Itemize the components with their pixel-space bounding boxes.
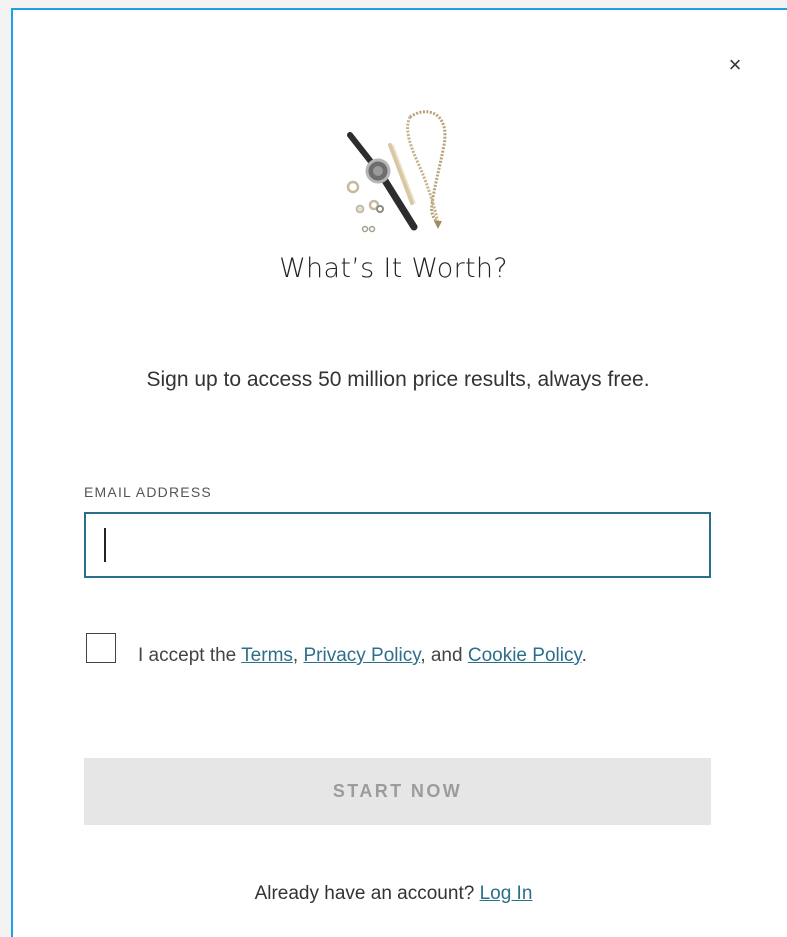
modal-subtitle: Sign up to access 50 million price resul… — [146, 368, 650, 391]
login-link[interactable]: Log In — [480, 883, 533, 904]
page: × What’s It Worth? Sign up to access 50 … — [0, 0, 787, 937]
accept-terms-checkbox[interactable] — [86, 633, 116, 663]
terms-link[interactable]: Terms — [241, 645, 293, 666]
text-caret — [104, 528, 106, 562]
jewelry-watch-necklace-icon — [346, 110, 447, 233]
modal-title: What’s It Worth? — [279, 253, 508, 284]
consent-separator-1: , — [292, 645, 304, 666]
login-prompt: Already have an account? Log In — [0, 883, 787, 905]
consent-prefix: I accept the — [138, 645, 242, 666]
email-field[interactable] — [84, 512, 711, 578]
privacy-policy-link[interactable]: Privacy Policy — [303, 645, 420, 666]
consent-separator-2: , and — [420, 645, 468, 666]
login-prompt-text: Already have an account? — [254, 883, 480, 904]
consent-suffix: . — [581, 645, 587, 666]
cookie-policy-link[interactable]: Cookie Policy — [468, 645, 582, 666]
email-label: EMAIL ADDRESS — [84, 484, 212, 500]
close-icon[interactable]: × — [722, 52, 748, 78]
consent-text: I accept the Terms, Privacy Policy, and … — [138, 638, 678, 673]
start-now-button[interactable]: START NOW — [84, 758, 711, 825]
